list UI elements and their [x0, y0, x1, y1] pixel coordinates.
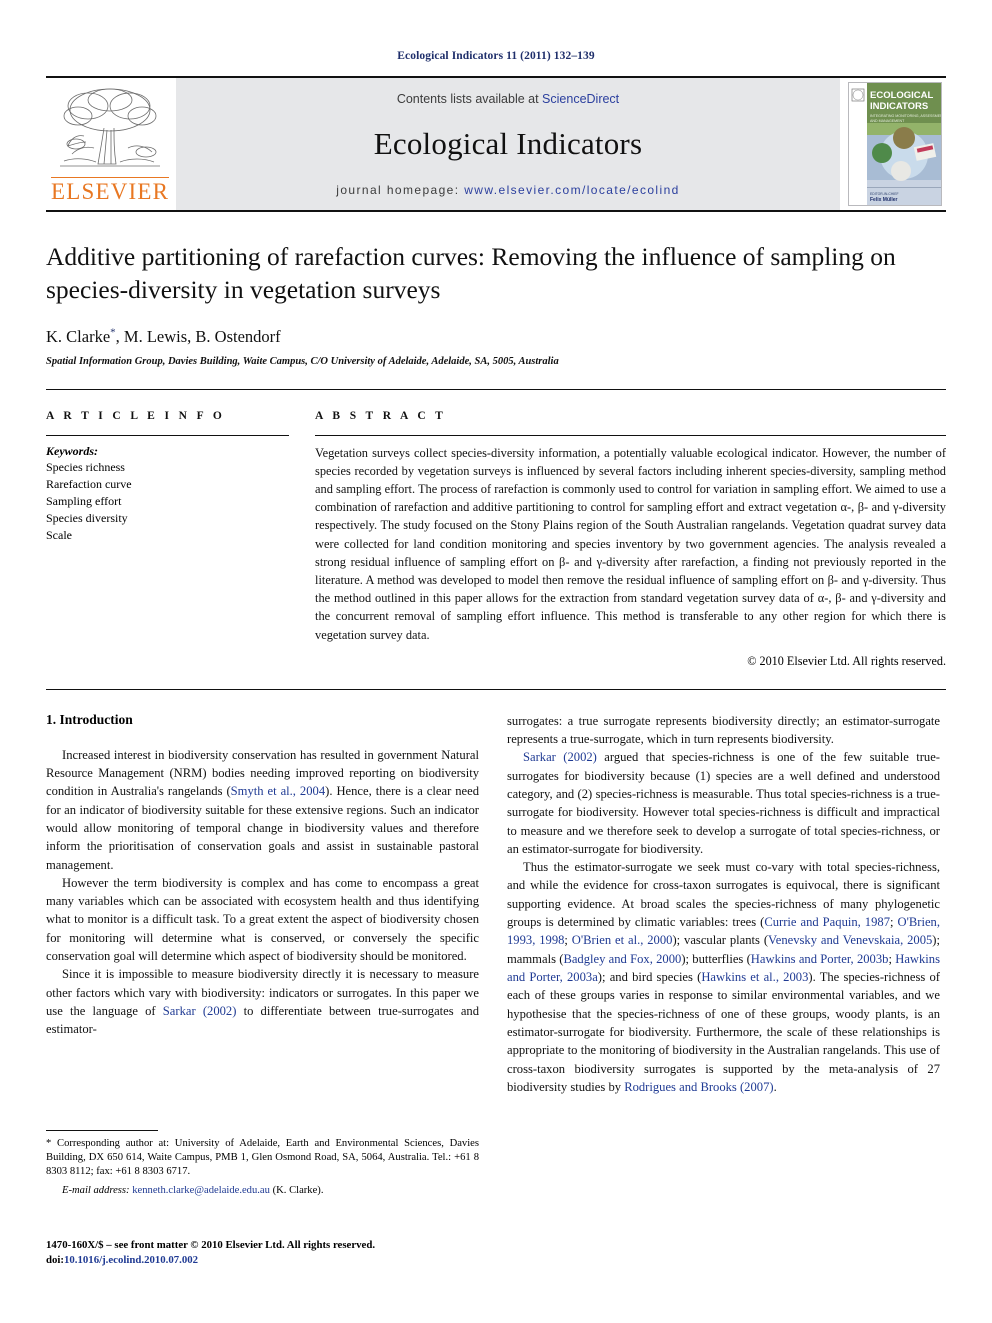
citation-link[interactable]: Sarkar (2002): [523, 750, 597, 764]
footnote-text: * Corresponding author at: University of…: [46, 1138, 479, 1178]
journal-title: Ecological Indicators: [373, 126, 643, 161]
title-block: Additive partitioning of rarefaction cur…: [46, 210, 946, 367]
abstract-rule: [315, 434, 946, 436]
citation-link[interactable]: Currie and Paquin, 1987: [764, 915, 890, 929]
svg-text:ECOLOGICAL: ECOLOGICAL: [870, 90, 934, 101]
corresponding-author-marker: *: [110, 326, 116, 339]
list-item: Species diversity: [46, 510, 128, 525]
paragraph: However the term biodiversity is complex…: [46, 875, 479, 964]
journal-cover-image: ECOLOGICAL INDICATORS INTEGRATING MONITO…: [848, 82, 942, 206]
paragraph: surrogates: a true surrogate represents …: [507, 713, 940, 746]
body-column-right: surrogates: a true surrogate represents …: [507, 712, 940, 1097]
affiliation: Spatial Information Group, Davies Buildi…: [46, 355, 559, 367]
paragraph: Sarkar (2002) argued that species-richne…: [507, 750, 940, 856]
info-abstract-row: A R T I C L E I N F O Keywords: Species …: [46, 388, 946, 669]
paragraph: Thus the estimator-surrogate we seek mus…: [507, 860, 940, 1094]
email-link[interactable]: kenneth.clarke@adelaide.edu.au: [132, 1185, 270, 1196]
citation-link[interactable]: Sarkar (2002): [163, 1004, 237, 1018]
corresponding-author-footnote: * Corresponding author at: University of…: [46, 1130, 479, 1196]
journal-band: Contents lists available at ScienceDirec…: [176, 78, 840, 210]
elsevier-logo: ELSEVIER: [46, 78, 174, 210]
footnote-email-line: E-mail address: kenneth.clarke@adelaide.…: [46, 1185, 479, 1196]
running-head: Ecological Indicators 11 (2011) 132–139: [397, 50, 595, 62]
citation-link[interactable]: Smyth et al., 2004: [231, 784, 325, 798]
journal-homepage-line: journal homepage: www.elsevier.com/locat…: [336, 183, 679, 197]
keywords-label: Keywords:: [46, 443, 98, 458]
author-list: K. Clarke*, M. Lewis, B. Ostendorf: [46, 326, 946, 347]
svg-text:AND MANAGEMENT: AND MANAGEMENT: [870, 119, 905, 123]
article-info-rule: [46, 434, 289, 436]
abstract-copyright: © 2010 Elsevier Ltd. All rights reserved…: [747, 653, 946, 668]
paragraph: Increased interest in biodiversity conse…: [46, 747, 480, 872]
article-info-heading: A R T I C L E I N F O: [46, 409, 226, 422]
section-heading-introduction: 1. Introduction: [46, 711, 133, 727]
abstract-text: Vegetation surveys collect species-diver…: [315, 445, 946, 642]
paragraph: Since it is impossible to measure biodiv…: [46, 967, 479, 1037]
elsevier-wordmark: ELSEVIER: [51, 177, 170, 204]
list-item: Rarefaction curve: [46, 476, 132, 491]
journal-cover-thumbnail[interactable]: ECOLOGICAL INDICATORS INTEGRATING MONITO…: [842, 78, 946, 210]
citation-link[interactable]: (2007): [740, 1080, 774, 1094]
abstract-column: A B S T R A C T Vegetation surveys colle…: [315, 410, 946, 669]
email-suffix: (K. Clarke).: [272, 1184, 324, 1196]
svg-text:INTEGRATING MONITORING, ASSESS: INTEGRATING MONITORING, ASSESSMENT: [870, 114, 941, 118]
footnote-rule: [46, 1130, 158, 1131]
sciencedirect-link[interactable]: ScienceDirect: [542, 92, 619, 106]
email-label: E-mail address:: [62, 1184, 130, 1196]
contents-prefix: Contents lists available at: [396, 92, 543, 106]
footer-issn-doi: 1470-160X/$ – see front matter © 2010 El…: [46, 1238, 506, 1269]
abstract-heading: A B S T R A C T: [315, 409, 447, 422]
citation-link[interactable]: Rodrigues and Brooks: [624, 1080, 737, 1094]
list-item: Species richness: [46, 459, 125, 474]
citation-link[interactable]: Hawkins and Porter, 2003b: [751, 952, 889, 966]
list-item: Sampling effort: [46, 493, 122, 508]
doi-line: doi:10.1016/j.ecolind.2010.07.002: [46, 1253, 506, 1268]
author-names: K. Clarke*, M. Lewis, B. Ostendorf: [46, 326, 281, 346]
citation-link[interactable]: Sarkar: [163, 1004, 196, 1018]
keyword-list: Species richness Rarefaction curve Sampl…: [46, 459, 289, 544]
doi-label: doi:: [46, 1254, 64, 1267]
doi-link[interactable]: 10.1016/j.ecolind.2010.07.002: [64, 1254, 198, 1266]
page-title: Additive partitioning of rarefaction cur…: [46, 242, 896, 305]
svg-text:EDITOR-IN-CHIEF: EDITOR-IN-CHIEF: [870, 192, 899, 196]
citation-link[interactable]: (2002): [563, 750, 597, 764]
citation-link[interactable]: (2002): [203, 1004, 237, 1018]
journal-masthead: ELSEVIER Contents lists available at Sci…: [46, 76, 946, 210]
list-item: Scale: [46, 527, 72, 542]
homepage-label: journal homepage:: [336, 183, 465, 197]
issn-line: 1470-160X/$ – see front matter © 2010 El…: [46, 1239, 376, 1251]
body-columns: 1. Introduction Increased interest in bi…: [46, 688, 946, 1097]
homepage-url-link[interactable]: www.elsevier.com/locate/ecolind: [464, 183, 679, 197]
citation-link[interactable]: Badgley and Fox, 2000: [563, 952, 681, 966]
svg-text:Felix Müller: Felix Müller: [870, 197, 898, 203]
cover-artwork: ECOLOGICAL INDICATORS INTEGRATING MONITO…: [849, 83, 941, 205]
body-column-left: 1. Introduction Increased interest in bi…: [46, 712, 479, 1097]
citation-link[interactable]: Venevsky and Venevskaia, 2005: [768, 933, 932, 947]
article-info-column: A R T I C L E I N F O Keywords: Species …: [46, 410, 289, 669]
elsevier-tree-icon: [60, 88, 160, 167]
paper-page: Ecological Indicators 11 (2011) 132–139: [0, 0, 992, 1323]
citation-link[interactable]: Sarkar: [523, 750, 556, 764]
contents-available-line: Contents lists available at ScienceDirec…: [397, 92, 619, 106]
citation-link[interactable]: O'Brien et al., 2000: [572, 933, 673, 947]
svg-text:INDICATORS: INDICATORS: [870, 101, 928, 112]
citation-link[interactable]: Hawkins et al., 2003: [701, 970, 808, 984]
